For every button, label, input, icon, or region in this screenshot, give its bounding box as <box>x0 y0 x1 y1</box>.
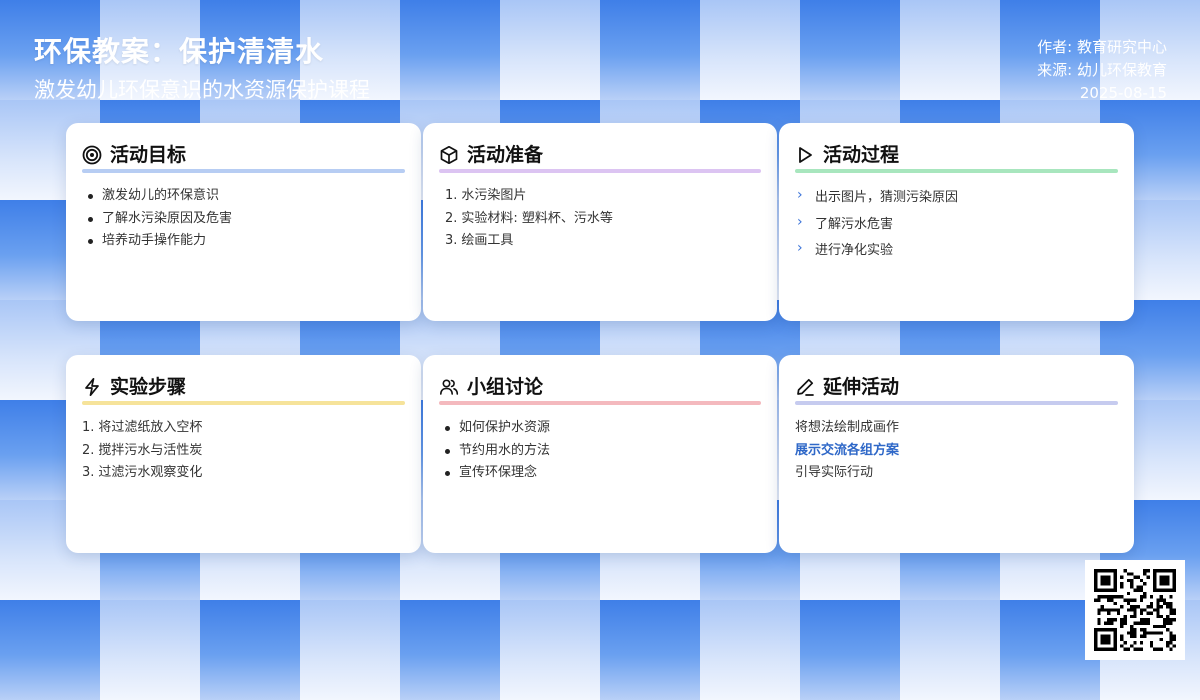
chevron-right-icon: › <box>797 240 803 256</box>
page-title: 环保教案：保护清清水 <box>34 35 325 68</box>
title-underline <box>439 169 761 173</box>
prep-list: 1. 水污染图片 2. 实验材料: 塑料杯、污水等 3. 绘画工具 <box>439 185 761 253</box>
source-text: 来源: 幼儿环保教育 <box>1037 61 1167 79</box>
box-icon <box>440 145 458 165</box>
list-item: 培养动手操作能力 <box>82 230 405 253</box>
author-text: 作者: 教育研究中心 <box>1037 38 1167 56</box>
list-item: 2. 实验材料: 塑料杯、污水等 <box>445 210 613 226</box>
card-title: 活动准备 <box>467 144 544 166</box>
list-item: 将想法绘制成画作 <box>795 420 900 435</box>
list-item: 3. 过滤污水观察变化 <box>82 465 203 480</box>
card-extension-activity: 延伸活动 将想法绘制成画作 展示交流各组方案 引导实际行动 <box>779 355 1134 553</box>
qr-code-icon <box>1085 560 1185 660</box>
card-title: 延伸活动 <box>823 376 900 398</box>
list-item: 节约用水的方法 <box>439 440 761 463</box>
discussion-list: 如何保护水资源 节约用水的方法 宣传环保理念 <box>439 417 761 485</box>
meta-info: 作者: 教育研究中心 来源: 幼儿环保教育 2025-08-15 <box>1037 36 1167 105</box>
card-title: 活动过程 <box>823 144 900 166</box>
card-activity-goal: 活动目标 激发幼儿的环保意识 了解水污染原因及危害 培养动手操作能力 <box>66 123 421 321</box>
list-item: 如何保护水资源 <box>439 417 761 440</box>
date-text: 2025-08-15 <box>1079 84 1167 102</box>
target-icon <box>82 145 102 165</box>
list-item: 1. 将过滤纸放入空杯 <box>82 420 203 435</box>
chevron-right-icon: › <box>797 187 803 203</box>
page-subtitle: 激发幼儿环保意识的水资源保护课程 <box>34 78 370 102</box>
extension-list: 将想法绘制成画作 展示交流各组方案 引导实际行动 <box>795 417 1118 485</box>
pencil-icon <box>797 378 814 396</box>
title-underline <box>82 401 405 405</box>
card-title: 实验步骤 <box>110 376 187 398</box>
play-icon <box>799 147 812 163</box>
steps-list: 1. 将过滤纸放入空杯 2. 搅拌污水与活性炭 3. 过滤污水观察变化 <box>76 417 405 485</box>
lightning-icon <box>85 377 99 397</box>
list-item: 引导实际行动 <box>795 465 874 480</box>
list-item: 3. 绘画工具 <box>445 233 514 248</box>
list-item: › 进行净化实验 <box>795 238 1118 265</box>
card-group-discussion: 小组讨论 如何保护水资源 节约用水的方法 宣传环保理念 <box>423 355 777 553</box>
list-item: › 出示图片，猜测污染原因 <box>795 185 1118 212</box>
card-activity-prep: 活动准备 1. 水污染图片 2. 实验材料: 塑料杯、污水等 3. 绘画工具 <box>423 123 777 321</box>
card-title: 活动目标 <box>110 144 187 166</box>
page-header: 环保教案：保护清清水 激发幼儿环保意识的水资源保护课程 <box>34 34 370 104</box>
list-item-highlighted: 展示交流各组方案 <box>795 442 900 458</box>
list-item: 激发幼儿的环保意识 <box>82 185 405 208</box>
list-item: 了解水污染原因及危害 <box>82 208 405 231</box>
title-underline <box>82 169 405 173</box>
card-activity-process: 活动过程 › 出示图片，猜测污染原因 › 了解污水危害 › 进行净化实验 <box>779 123 1134 321</box>
process-list: › 出示图片，猜测污染原因 › 了解污水危害 › 进行净化实验 <box>795 185 1118 265</box>
title-underline <box>795 169 1118 173</box>
list-item: 2. 搅拌污水与活性炭 <box>82 442 203 458</box>
card-title: 小组讨论 <box>467 376 544 398</box>
users-icon <box>440 379 459 395</box>
title-underline <box>795 401 1118 405</box>
list-item: › 了解污水危害 <box>795 212 1118 239</box>
qr-code-graphic <box>1094 569 1176 651</box>
goal-list: 激发幼儿的环保意识 了解水污染原因及危害 培养动手操作能力 <box>82 185 405 253</box>
list-item: 1. 水污染图片 <box>445 188 527 203</box>
list-item: 宣传环保理念 <box>439 462 761 485</box>
card-experiment-steps: 实验步骤 1. 将过滤纸放入空杯 2. 搅拌污水与活性炭 3. 过滤污水观察变化 <box>66 355 421 553</box>
title-underline <box>439 401 761 405</box>
chevron-right-icon: › <box>797 213 803 230</box>
